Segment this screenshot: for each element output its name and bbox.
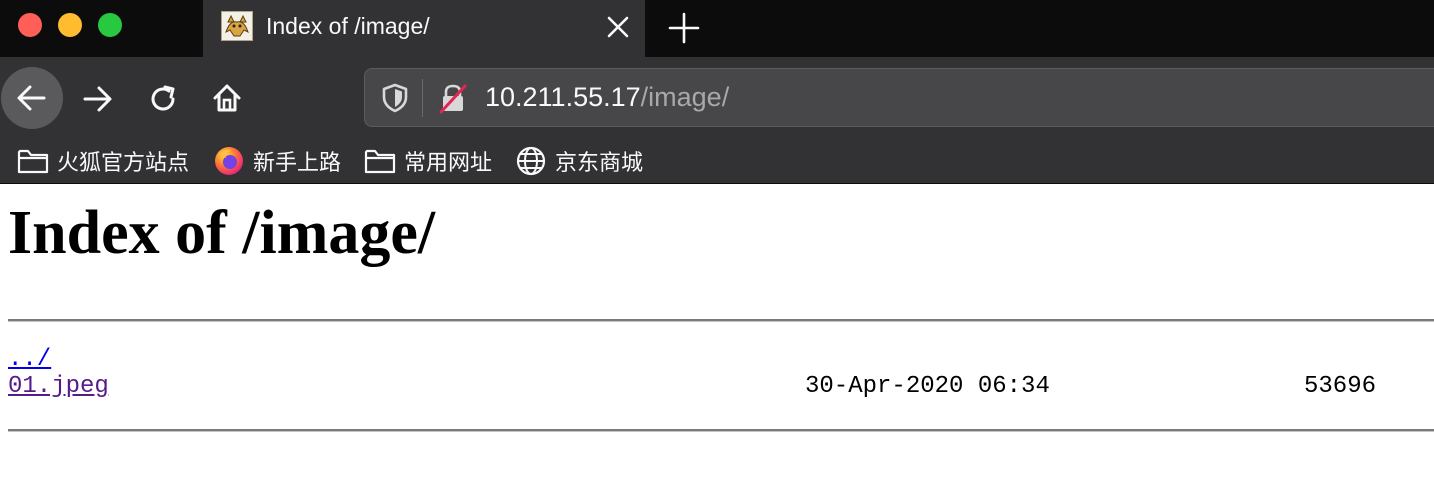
url-host: 10.211.55.17 <box>485 82 641 112</box>
bookmark-item[interactable]: 新手上路 <box>213 143 341 179</box>
url-text: 10.211.55.17/image/ <box>485 82 729 113</box>
file-date: 30-Apr-2020 06:34 <box>805 373 1050 400</box>
forward-arrow-icon <box>83 86 112 112</box>
bookmark-item[interactable]: 常用网址 <box>364 143 492 179</box>
file-size: 53696 <box>1304 373 1377 400</box>
tab-title: Index of /image/ <box>266 13 430 39</box>
tab-bar: Index of /image/ <box>0 0 1434 57</box>
home-button[interactable] <box>206 79 246 119</box>
forward-button[interactable] <box>78 79 118 119</box>
navigation-toolbar: 10.211.55.17/image/ <box>0 57 1434 140</box>
back-button[interactable] <box>1 67 63 129</box>
plus-icon[interactable] <box>666 10 702 46</box>
url-separator <box>422 79 423 117</box>
close-icon[interactable] <box>603 12 633 42</box>
globe-icon <box>516 146 546 176</box>
bookmarks-toolbar: 火狐官方站点 新手上路 常用网址 京东商城 <box>0 140 1434 184</box>
url-path: /image/ <box>640 82 730 112</box>
list-item: 01.jpeg 30-Apr-2020 06:34 53696 <box>8 373 1434 400</box>
reload-icon <box>151 85 175 111</box>
bookmark-item[interactable]: 火狐官方站点 <box>17 143 189 179</box>
directory-listing: ../ 01.jpeg 30-Apr-2020 06:34 53696 <box>8 346 1434 400</box>
minimize-window-button[interactable] <box>58 13 82 37</box>
page-title: Index of /image/ <box>8 199 436 267</box>
home-icon <box>213 84 241 112</box>
url-bar[interactable]: 10.211.55.17/image/ <box>364 68 1434 127</box>
folder-icon <box>17 149 49 174</box>
parent-directory-link[interactable]: ../ <box>8 346 51 373</box>
shield-icon[interactable] <box>381 83 409 113</box>
page-content: Index of /image/ ../ 01.jpeg 30-Apr-2020… <box>0 184 1434 484</box>
bookmark-item[interactable]: 京东商城 <box>515 143 643 179</box>
list-item: ../ <box>8 346 1434 373</box>
divider <box>8 429 1434 432</box>
reload-button[interactable] <box>143 79 183 119</box>
back-arrow-icon <box>17 85 46 111</box>
zoom-window-button[interactable] <box>98 13 122 37</box>
divider <box>8 319 1434 322</box>
folder-icon <box>364 149 396 174</box>
insecure-lock-icon[interactable] <box>437 82 469 114</box>
firefox-icon <box>215 147 243 175</box>
close-window-button[interactable] <box>18 13 42 37</box>
file-link[interactable]: 01.jpeg <box>8 373 109 400</box>
tomcat-favicon-icon <box>221 11 253 41</box>
tab-active[interactable]: Index of /image/ <box>203 0 645 57</box>
